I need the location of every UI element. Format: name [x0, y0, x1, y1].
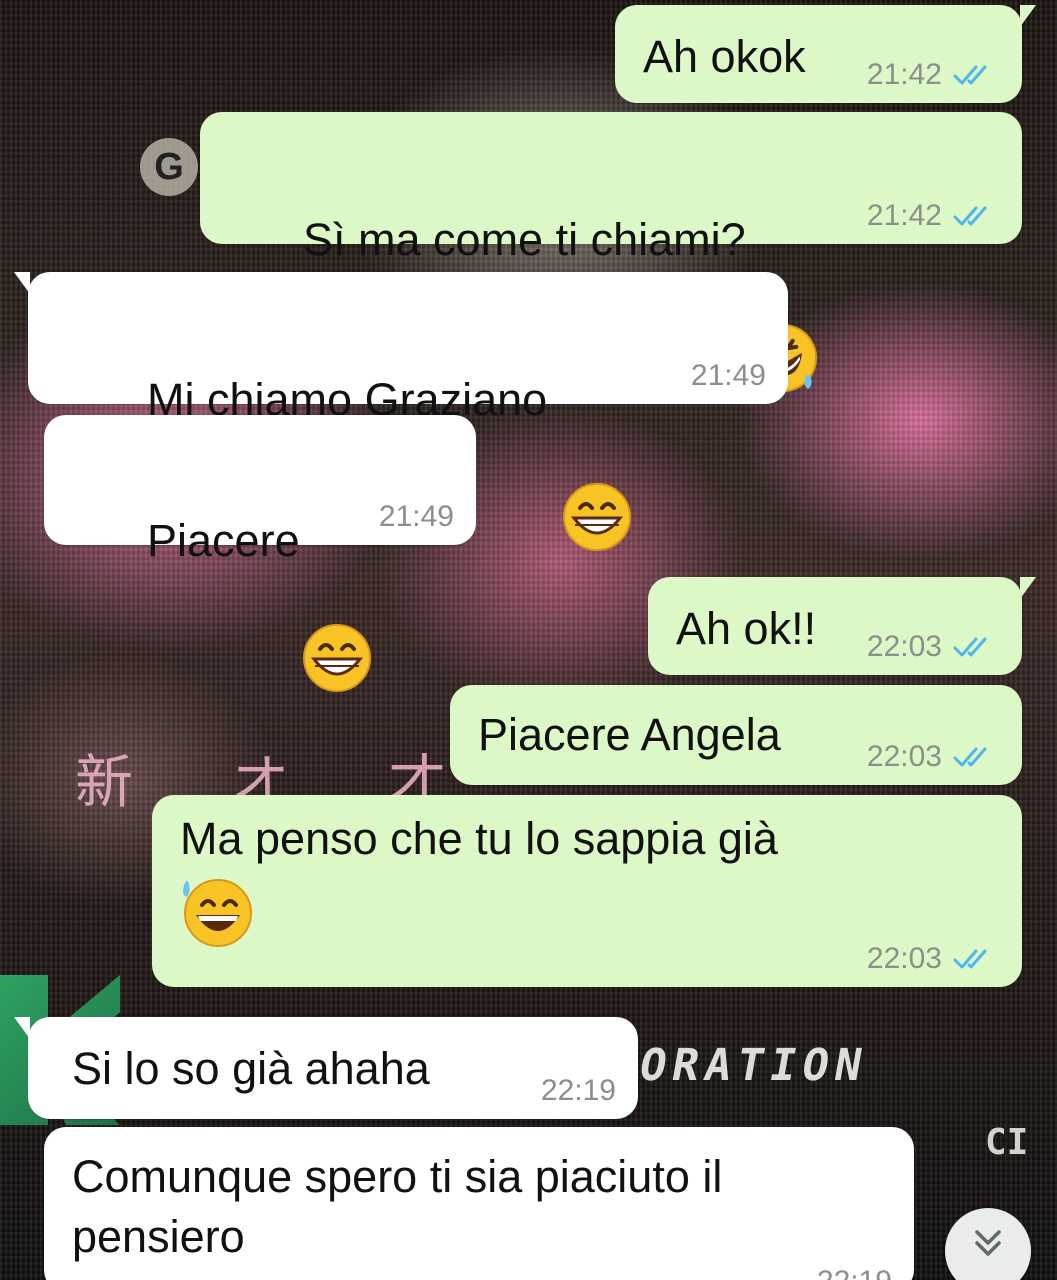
message-meta: 21:42	[867, 59, 994, 91]
message-bubble-incoming[interactable]: Comunque spero ti sia piaciuto il pensie…	[44, 1127, 914, 1280]
message-bubble-outgoing[interactable]: Ma penso che tu lo sappia già 22:03	[152, 795, 1022, 987]
bubble-tail	[1020, 577, 1036, 599]
message-bubble-incoming[interactable]: Si lo so già ahaha 22:19	[14, 1017, 638, 1119]
message-time: 22:19	[540, 1074, 616, 1107]
double-chevron-down-icon	[975, 1230, 1001, 1256]
message-meta: 21:42	[867, 200, 994, 232]
read-receipt-double-check-icon	[953, 747, 987, 767]
wallpaper-word-2: CI	[985, 1122, 1029, 1163]
message-bubble-outgoing[interactable]: Piacere Angela 22:03	[450, 685, 1022, 785]
grinning-face-with-sweat-emoji-icon	[180, 875, 254, 949]
message-text: Piacere	[147, 515, 300, 566]
message-bubble-outgoing[interactable]: Sì ma come ti chiami? 21:42	[200, 112, 1022, 393]
message-time: 21:49	[378, 500, 454, 533]
message-bubble-incoming[interactable]: Mi chiamo Graziano 21:49	[14, 272, 788, 552]
message-meta: 22:03	[867, 741, 994, 773]
message-meta: 21:49	[379, 501, 454, 533]
message-text: Sì ma come ti chiami?	[303, 214, 746, 265]
bubble-tail	[1020, 5, 1036, 27]
wallpaper-letter: G	[140, 138, 198, 196]
message-bubble-outgoing[interactable]: Ah ok!! 22:03	[648, 577, 1036, 675]
message-text: Comunque spero ti sia piaciuto il pensie…	[72, 1151, 723, 1262]
bubble-tail	[14, 272, 30, 294]
message-meta: 22:19	[817, 1266, 892, 1280]
chat-screen: G 新 オ 才 ORATION CI Ah okok 21:42 Sì ma c…	[0, 0, 1057, 1280]
message-meta: 22:19	[541, 1075, 616, 1107]
message-text-wrap: Piacere	[72, 451, 476, 693]
message-time: 21:42	[866, 58, 942, 91]
bubble-tail	[14, 1017, 30, 1039]
wallpaper-word: ORATION	[635, 1040, 872, 1091]
read-receipt-double-check-icon	[953, 637, 987, 657]
message-time: 22:03	[866, 740, 942, 773]
grinning-face-emoji-icon	[560, 360, 634, 552]
grinning-face-emoji-icon	[300, 501, 374, 693]
message-meta: 22:03	[867, 943, 994, 975]
message-text: Ma penso che tu lo sappia già	[180, 813, 778, 864]
message-time: 22:03	[866, 942, 942, 975]
message-time: 21:42	[866, 199, 942, 232]
message-time: 22:03	[866, 630, 942, 663]
message-meta: 21:49	[691, 360, 766, 392]
read-receipt-double-check-icon	[953, 949, 987, 969]
read-receipt-double-check-icon	[953, 206, 987, 226]
message-time: 22:19	[817, 1266, 892, 1280]
message-bubble-incoming[interactable]: Piacere 21:49	[44, 415, 476, 693]
read-receipt-double-check-icon	[953, 65, 987, 85]
message-bubble-outgoing[interactable]: Ah okok 21:42	[615, 5, 1036, 103]
message-meta: 22:03	[867, 631, 994, 663]
message-time: 21:49	[690, 359, 766, 392]
rolling-on-floor-laughing-emoji-icon	[746, 201, 820, 393]
